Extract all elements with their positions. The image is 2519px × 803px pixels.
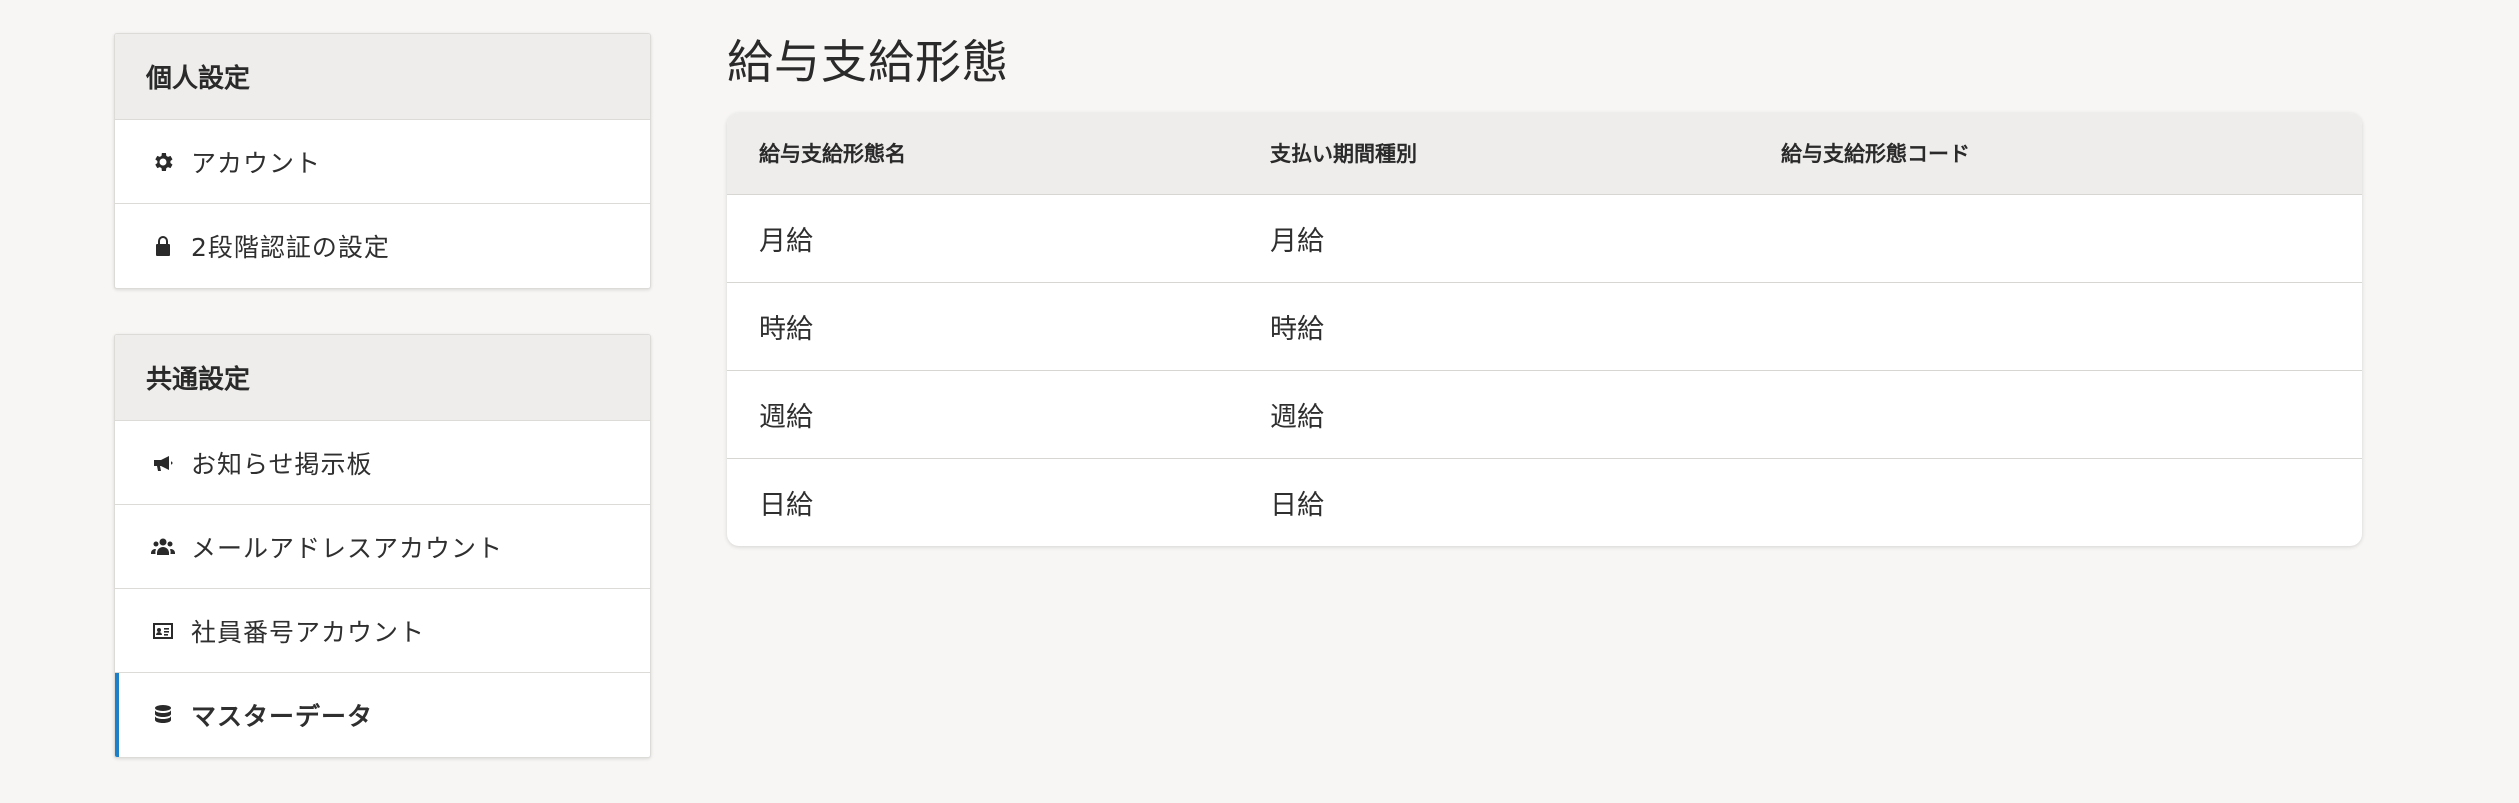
id-card-icon bbox=[149, 617, 177, 645]
cell-code bbox=[1749, 282, 2362, 371]
sidebar-item-label: メールアドレスアカウント bbox=[191, 533, 504, 563]
common-settings-header: 共通設定 bbox=[115, 335, 650, 421]
sidebar-item-label: 2段階認証の設定 bbox=[191, 233, 390, 262]
table-header-row: 給与支給形態名 支払い期間種別 給与支給形態コード bbox=[727, 113, 2362, 195]
cell-name: 時給 bbox=[727, 282, 1238, 371]
sidebar-item-two-factor[interactable]: 2段階認証の設定 bbox=[115, 204, 650, 288]
salary-type-table-card: 給与支給形態名 支払い期間種別 給与支給形態コード 月給 月給 時給 時給 週給 bbox=[727, 113, 2362, 546]
sidebar-item-notice-board[interactable]: お知らせ掲示板 bbox=[115, 421, 650, 505]
column-header-code: 給与支給形態コード bbox=[1749, 113, 2362, 195]
table-row[interactable]: 週給 週給 bbox=[727, 370, 2362, 459]
salary-type-table: 給与支給形態名 支払い期間種別 給与支給形態コード 月給 月給 時給 時給 週給 bbox=[727, 113, 2362, 546]
cell-code bbox=[1749, 370, 2362, 459]
page-title: 給与支給形態 bbox=[727, 35, 1009, 89]
cell-code bbox=[1749, 458, 2362, 546]
cell-period-type: 時給 bbox=[1238, 282, 1749, 371]
table-row[interactable]: 時給 時給 bbox=[727, 282, 2362, 371]
personal-settings-header: 個人設定 bbox=[115, 34, 650, 120]
column-header-name: 給与支給形態名 bbox=[727, 113, 1238, 195]
sidebar-item-label: お知らせ掲示板 bbox=[191, 449, 373, 479]
sidebar-item-label: マスターデータ bbox=[191, 702, 374, 731]
common-settings-panel: 共通設定 お知らせ掲示板 メールアドレスアカウント 社員番号アカウント マスター… bbox=[114, 334, 651, 758]
database-icon bbox=[149, 701, 177, 729]
settings-sidebar: 個人設定 アカウント 2段階認証の設定 共通設定 お知らせ掲示板 メールアドレス… bbox=[114, 33, 651, 803]
cell-period-type: 日給 bbox=[1270, 489, 1324, 521]
sidebar-item-employee-number-accounts[interactable]: 社員番号アカウント bbox=[115, 589, 650, 673]
cell-name: 週給 bbox=[727, 370, 1238, 459]
column-header-period-type: 支払い期間種別 bbox=[1238, 113, 1749, 195]
sidebar-item-label: アカウント bbox=[191, 148, 322, 178]
table-row[interactable]: 月給 月給 bbox=[727, 194, 2362, 283]
cell-name: 月給 bbox=[727, 194, 1238, 283]
cell-period-type: 週給 bbox=[1238, 370, 1749, 459]
cell-name: 日給 bbox=[759, 489, 813, 521]
cell-period-type: 月給 bbox=[1238, 194, 1749, 283]
personal-settings-panel: 個人設定 アカウント 2段階認証の設定 bbox=[114, 33, 651, 289]
sidebar-item-email-accounts[interactable]: メールアドレスアカウント bbox=[115, 505, 650, 589]
table-row[interactable]: 日給 日給 bbox=[727, 458, 2362, 546]
lock-icon bbox=[149, 232, 177, 260]
cell-code bbox=[1749, 194, 2362, 283]
sidebar-item-master-data[interactable]: マスターデータ bbox=[115, 673, 650, 757]
users-icon bbox=[149, 533, 177, 561]
megaphone-icon bbox=[149, 449, 177, 477]
sidebar-item-label: 社員番号アカウント bbox=[191, 617, 426, 647]
gear-icon bbox=[149, 148, 177, 176]
main-content: 給与支給形態 給与支給形態名 支払い期間種別 給与支給形態コード 月給 月給 時… bbox=[727, 0, 2362, 546]
sidebar-item-account[interactable]: アカウント bbox=[115, 120, 650, 204]
